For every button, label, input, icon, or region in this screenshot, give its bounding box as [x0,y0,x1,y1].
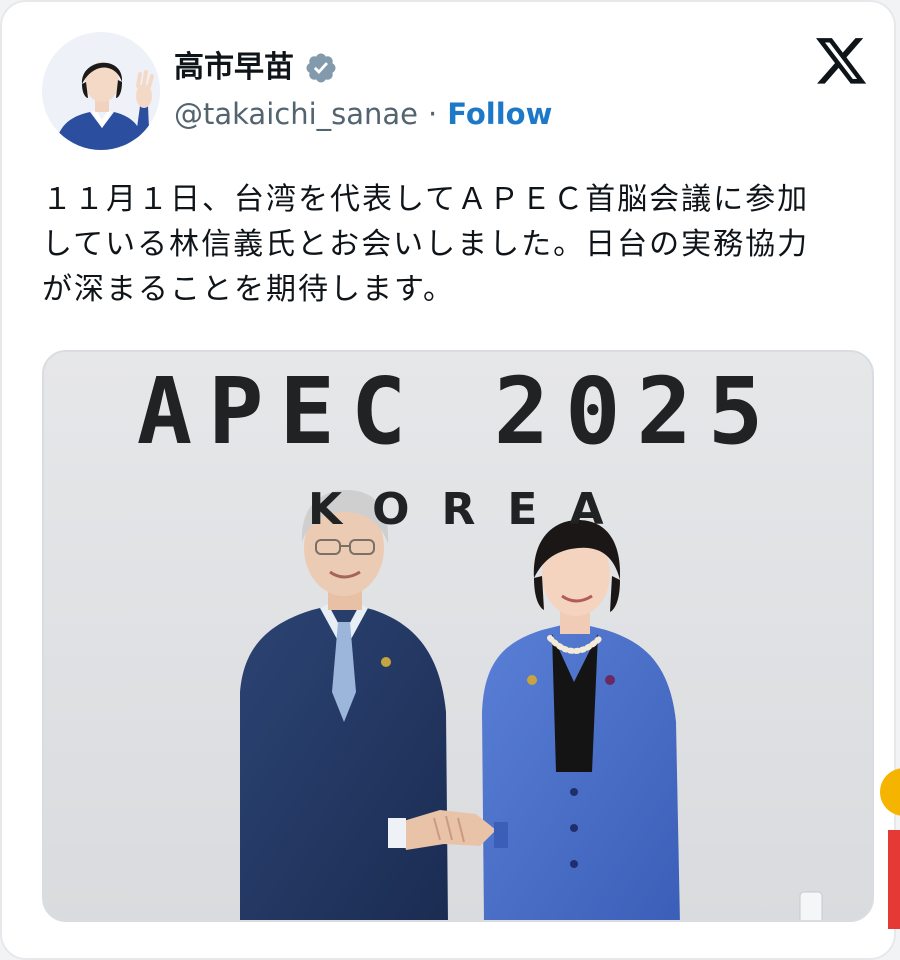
floating-widget[interactable] [878,760,900,929]
author-handle[interactable]: @takaichi_sanae [174,94,418,134]
post-text: １１月１日、台湾を代表してＡＰＥＣ首脳会議に参加 している林信義氏とお会いしまし… [42,182,810,307]
avatar[interactable] [42,32,160,150]
x-logo-icon[interactable] [816,38,868,86]
post-card: 高市早苗 @takaichi_sanae · Follow １１月１日、台湾を代… [0,0,896,960]
author-handle-row: @takaichi_sanae · Follow [174,94,552,134]
separator-dot: · [428,97,438,131]
media-banner-title: APEC 2025 [136,358,780,465]
follow-button[interactable]: Follow [447,94,552,134]
verified-badge-icon [304,51,338,85]
display-name[interactable]: 高市早苗 [174,48,294,88]
author-name-row: 高市早苗 [174,48,338,88]
media-banner-subtitle: KOREA [308,484,636,535]
